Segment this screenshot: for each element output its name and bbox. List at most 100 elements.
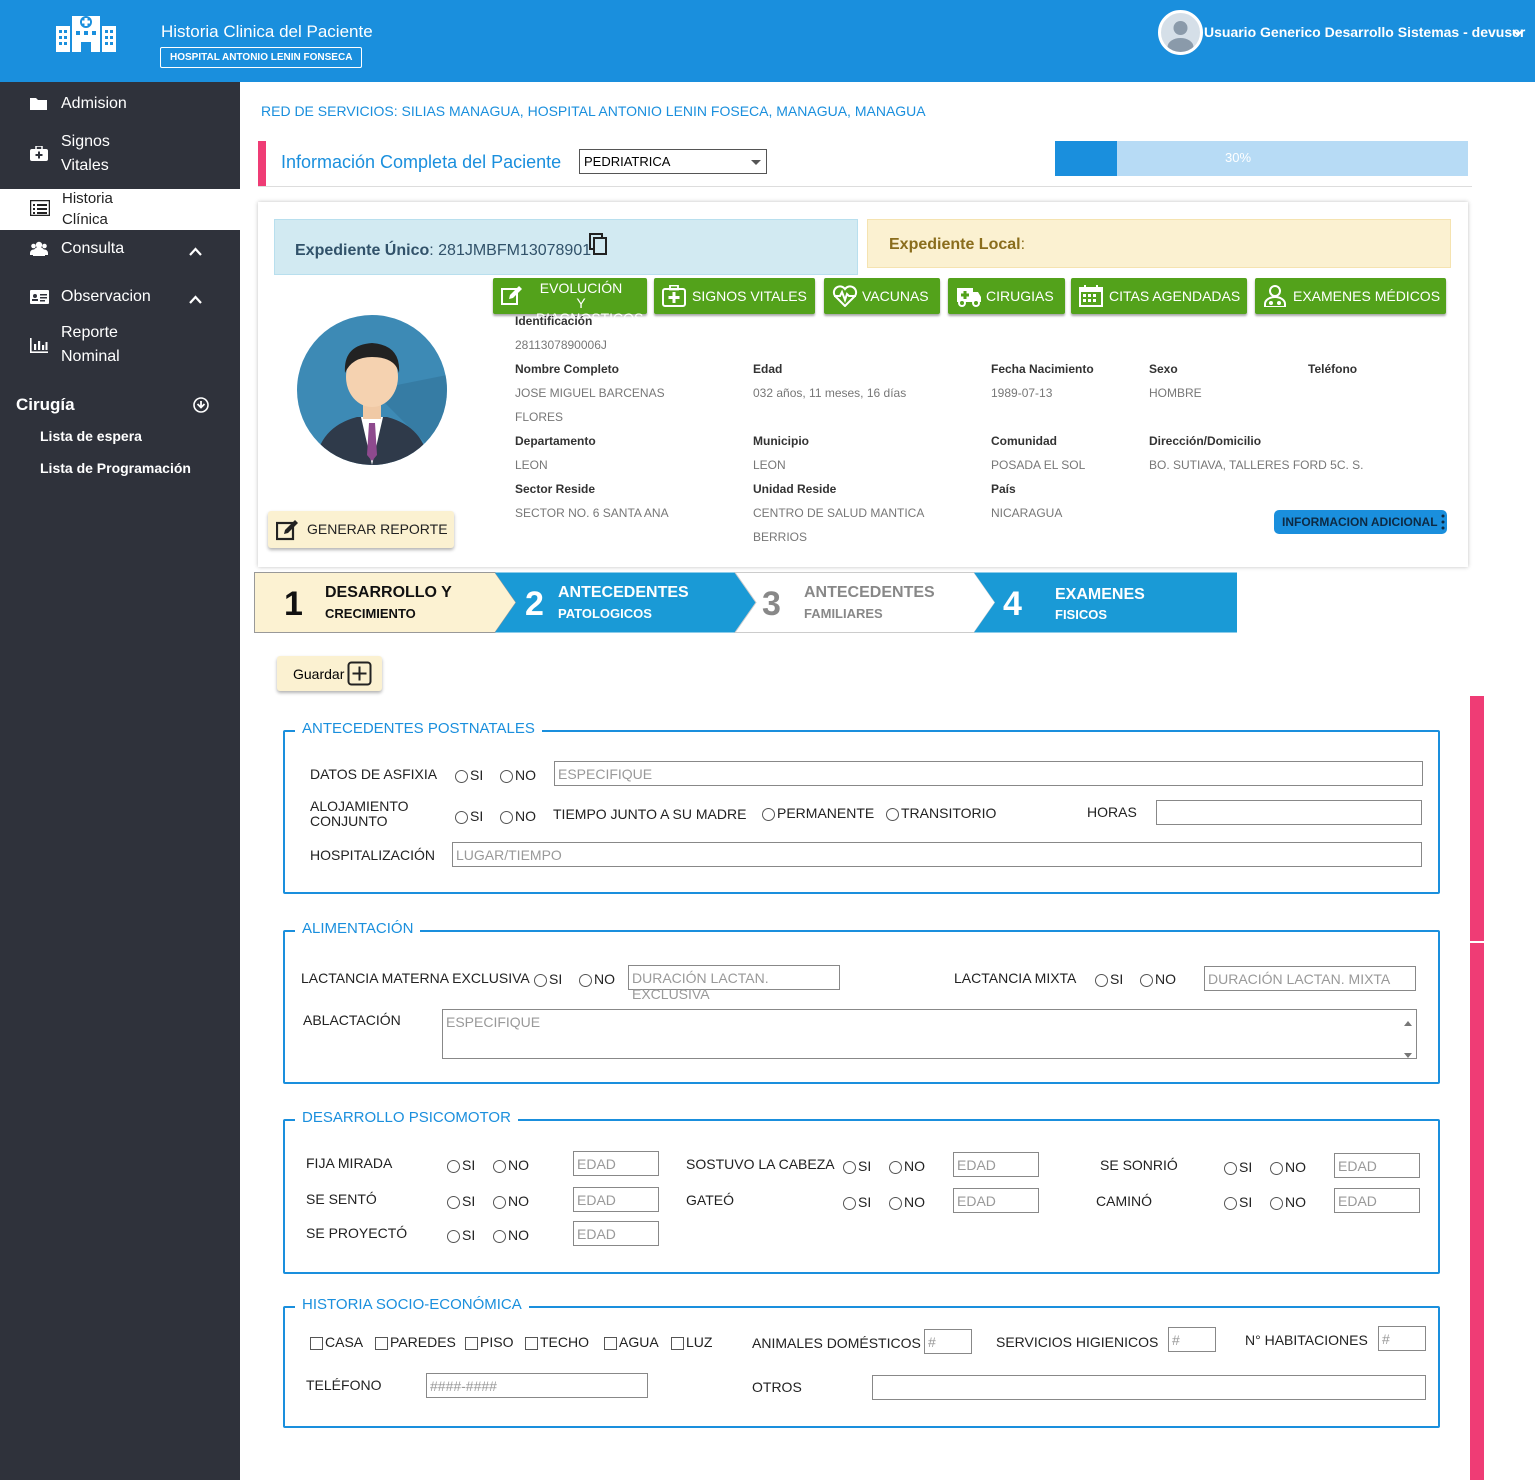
lactancia-exclusiva-si-radio[interactable]: SI — [534, 971, 562, 987]
lactancia-exclusiva-no-radio[interactable]: NO — [579, 971, 615, 987]
asfixia-si-radio[interactable]: SI — [455, 767, 483, 783]
ablactacion-textarea[interactable]: ESPECIFIQUE — [442, 1009, 1417, 1059]
examenes-medicos-button[interactable]: EXAMENES MÉDICOS — [1255, 278, 1446, 314]
transitorio-radio[interactable]: TRANSITORIO — [886, 805, 996, 821]
paredes-checkbox[interactable]: PAREDES — [375, 1334, 456, 1350]
proyecto-no-radio[interactable]: NO — [493, 1227, 529, 1243]
horas-input[interactable] — [1156, 800, 1422, 825]
scroll-down-icon[interactable] — [1403, 1046, 1413, 1064]
direccion-value: BO. SUTIAVA, TALLERES FORD 5C. S. — [1149, 458, 1364, 472]
sonrio-si-radio[interactable]: SI — [1224, 1159, 1252, 1175]
cirugias-button[interactable]: CIRUGIAS — [948, 278, 1065, 314]
identificacion-label: Identificación — [515, 314, 593, 328]
generar-reporte-button[interactable]: GENERAR REPORTE — [268, 511, 454, 548]
duracion-mixta-input[interactable]: DURACIÓN LACTAN. MIXTA — [1204, 966, 1416, 991]
fija-mirada-edad-input[interactable]: EDAD — [573, 1151, 659, 1176]
gateo-no-radio[interactable]: NO — [889, 1194, 925, 1210]
signos-vitales-button[interactable]: SIGNOS VITALES — [654, 278, 815, 314]
asfixia-no-radio[interactable]: NO — [500, 767, 536, 783]
informacion-adicional-button[interactable]: INFORMACION ADICIONAL — [1274, 510, 1447, 534]
animales-input[interactable]: # — [924, 1329, 972, 1354]
gateo-si-radio[interactable]: SI — [843, 1194, 871, 1210]
fija-mirada-si-radio[interactable]: SI — [447, 1157, 475, 1173]
citas-agendadas-button[interactable]: CITAS AGENDADAS — [1071, 278, 1247, 314]
expediente-local-box: Expediente Local: — [867, 219, 1451, 268]
sidebar-item-admision[interactable]: Admision — [0, 92, 240, 118]
evolucion-diagnosticos-button[interactable]: EVOLUCIÓN Y DIAGNOSTICOS — [493, 278, 647, 326]
specialty-select[interactable]: PEDRIATRICA — [579, 149, 767, 174]
sector-label: Sector Reside — [515, 482, 596, 496]
hospital-icon — [56, 12, 116, 59]
sento-edad-input[interactable]: EDAD — [573, 1187, 659, 1212]
sostuvo-cabeza-no-radio[interactable]: NO — [889, 1158, 925, 1174]
sidebar-item-label: Observacion — [61, 288, 151, 305]
camino-edad-input[interactable]: EDAD — [1334, 1188, 1420, 1213]
step-4[interactable]: 4 EXAMENES FISICOS — [995, 572, 1237, 633]
step-2[interactable]: 2 ANTECEDENTES PATOLOGICOS — [516, 572, 756, 633]
sonrio-edad-input[interactable]: EDAD — [1334, 1153, 1420, 1178]
telefono-input[interactable]: ####-#### — [426, 1373, 648, 1398]
gateo-edad-input[interactable]: EDAD — [953, 1188, 1039, 1213]
unidad-value: CENTRO DE SALUD MANTICA — [753, 506, 925, 520]
comunidad-label: Comunidad — [991, 434, 1057, 448]
step-3[interactable]: 3 ANTECEDENTES FAMILIARES — [756, 572, 995, 633]
lactancia-mixta-si-radio[interactable]: SI — [1095, 971, 1123, 987]
duracion-exclusiva-input[interactable]: DURACIÓN LACTAN. EXCLUSIVA — [628, 965, 840, 1002]
alojamiento-si-radio[interactable]: SI — [455, 808, 483, 824]
sidebar-item-signos-vitales[interactable]: Signos Vitales — [0, 130, 240, 178]
expediente-unico-value: : 281JMBFM13078901 — [429, 242, 592, 259]
step-subtitle: PATOLOGICOS — [558, 606, 652, 621]
copy-icon[interactable] — [589, 233, 607, 260]
user-avatar[interactable] — [1158, 10, 1203, 55]
sidebar-section-cirugia[interactable]: Cirugía — [16, 395, 75, 415]
servicios-input[interactable]: # — [1168, 1327, 1216, 1352]
asfixia-especifique-input[interactable]: ESPECIFIQUE — [554, 761, 1423, 786]
step-number: 2 — [525, 585, 544, 623]
otros-input[interactable] — [872, 1375, 1426, 1400]
sidebar-item-lista-espera[interactable]: Lista de espera — [40, 428, 142, 444]
sento-si-radio[interactable]: SI — [447, 1193, 475, 1209]
sidebar-item-reporte-nominal[interactable]: Reporte Nominal — [0, 321, 240, 369]
proyecto-edad-input[interactable]: EDAD — [573, 1221, 659, 1246]
chevron-down-icon[interactable] — [1512, 25, 1524, 43]
lactancia-mixta-no-radio[interactable]: NO — [1140, 971, 1176, 987]
proyecto-si-radio[interactable]: SI — [447, 1227, 475, 1243]
edad-value: 032 años, 11 meses, 16 días — [753, 386, 907, 400]
lactancia-exclusiva-label: LACTANCIA MATERNA EXCLUSIVA — [301, 970, 530, 986]
guardar-button[interactable]: Guardar — [277, 656, 382, 691]
sostuvo-cabeza-si-radio[interactable]: SI — [843, 1158, 871, 1174]
ambulance-icon — [956, 285, 982, 310]
sidebar-item-observacion[interactable]: Observacion — [0, 285, 240, 311]
sidebar-item-consulta[interactable]: Consulta — [0, 237, 240, 263]
sento-label: SE SENTÓ — [306, 1191, 377, 1207]
sonrio-no-radio[interactable]: NO — [1270, 1159, 1306, 1175]
sostuvo-cabeza-edad-input[interactable]: EDAD — [953, 1152, 1039, 1177]
arrow-circle-down-icon[interactable] — [193, 397, 209, 418]
vacunas-button[interactable]: VACUNAS — [824, 278, 940, 314]
piso-checkbox[interactable]: PISO — [465, 1334, 513, 1350]
permanente-radio[interactable]: PERMANENTE — [762, 805, 874, 821]
sidebar-item-historia-clinica[interactable]: Historia Clínica — [0, 189, 240, 230]
user-menu[interactable]: Usuario Generico Desarrollo Sistemas - d… — [1204, 24, 1525, 40]
agua-checkbox[interactable]: AGUA — [604, 1334, 659, 1350]
casa-checkbox[interactable]: CASA — [310, 1334, 363, 1350]
sento-no-radio[interactable]: NO — [493, 1193, 529, 1209]
fieldset-legend: DESARROLLO PSICOMOTOR — [295, 1109, 518, 1126]
fieldset-legend: HISTORIA SOCIO-ECONÓMICA — [295, 1296, 529, 1313]
sidebar: Admision Signos Vitales Historia Clínica… — [0, 82, 240, 1480]
medical-kit-icon — [30, 145, 48, 166]
habitaciones-input[interactable]: # — [1378, 1326, 1426, 1351]
hospitalizacion-input[interactable]: LUGAR/TIEMPO — [452, 842, 1422, 867]
sidebar-item-lista-programacion[interactable]: Lista de Programación — [40, 460, 191, 476]
camino-si-radio[interactable]: SI — [1224, 1194, 1252, 1210]
techo-checkbox[interactable]: TECHO — [525, 1334, 589, 1350]
scroll-up-icon[interactable] — [1403, 1014, 1413, 1032]
nombre-label: Nombre Completo — [515, 362, 620, 376]
alojamiento-no-radio[interactable]: NO — [500, 808, 536, 824]
camino-no-radio[interactable]: NO — [1270, 1194, 1306, 1210]
step-1[interactable]: 1 DESARROLLO Y CRECIMIENTO — [254, 572, 516, 633]
fija-mirada-no-radio[interactable]: NO — [493, 1157, 529, 1173]
direccion-label: Dirección/Domicilio — [1149, 434, 1262, 448]
progress-label: 30% — [1225, 150, 1252, 165]
luz-checkbox[interactable]: LUZ — [671, 1334, 712, 1350]
